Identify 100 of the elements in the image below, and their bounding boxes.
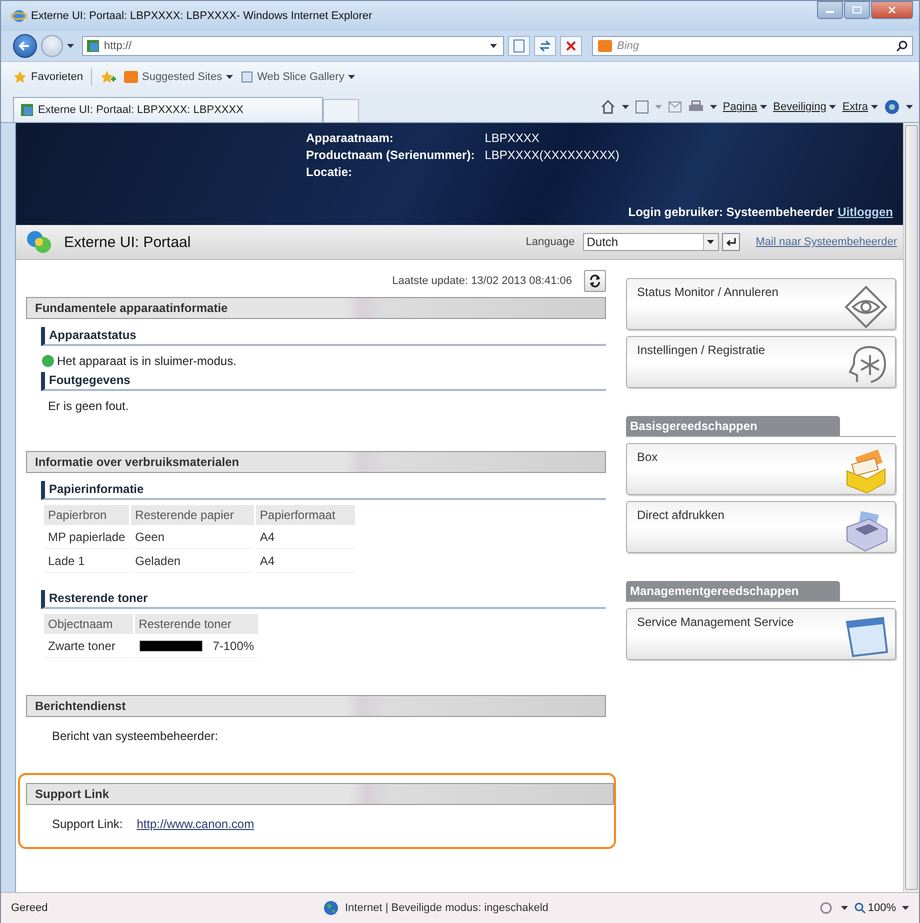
- table-cell: Lade 1: [44, 550, 130, 573]
- status-text: Het apparaat is in sluimer-modus.: [57, 354, 236, 368]
- compatibility-button[interactable]: [508, 36, 530, 56]
- left-arrow-icon: [18, 39, 32, 53]
- column-header: Resterende papier: [131, 505, 254, 525]
- column-header: Resterende toner: [134, 614, 258, 634]
- last-update-text: Laatste update: 13/02 2013 08:41:06: [392, 275, 572, 287]
- field-label: Productnaam (Serienummer):: [306, 148, 475, 162]
- section-heading: Informatie over verbruiksmaterialen: [26, 451, 606, 473]
- favorites-link[interactable]: Suggested Sites: [124, 71, 234, 83]
- caret-icon: [760, 104, 768, 110]
- subsection-heading: Resterende toner: [41, 590, 606, 609]
- caret-icon[interactable]: [906, 104, 913, 110]
- help-icon[interactable]: [884, 99, 900, 115]
- caret-icon[interactable]: [710, 104, 717, 110]
- subsection-heading: Papierinformatie: [41, 481, 606, 500]
- zoom-button[interactable]: 100%: [854, 902, 896, 914]
- language-label: Language: [526, 236, 575, 248]
- browser-logo-icon: [11, 8, 27, 24]
- maximize-icon: [852, 6, 862, 14]
- column-header: Papierformaat: [256, 505, 356, 525]
- table-cell: A4: [256, 550, 356, 573]
- refresh-icon: [538, 39, 552, 53]
- add-favorite-icon[interactable]: [100, 70, 116, 84]
- caret-icon[interactable]: [622, 104, 629, 110]
- address-field[interactable]: http://: [82, 36, 504, 56]
- caret-icon[interactable]: [840, 906, 848, 910]
- column-header: Papierbron: [44, 505, 130, 525]
- mail-admin-link[interactable]: Mail naar Systeembeheerder: [756, 236, 897, 248]
- close-icon: [564, 39, 578, 53]
- magnifier-icon: [854, 902, 866, 914]
- caret-icon[interactable]: [902, 906, 909, 910]
- subsection-heading: Foutgegevens: [41, 372, 606, 391]
- table-cell: Geen: [131, 526, 254, 549]
- search-icon[interactable]: [896, 40, 908, 52]
- favorites-button[interactable]: Favorieten: [13, 70, 83, 84]
- caret-icon[interactable]: [348, 74, 356, 80]
- caret-icon: [829, 104, 836, 110]
- portal-tile[interactable]: Instellingen / Registratie: [626, 336, 896, 388]
- table-cell: Geladen: [131, 550, 254, 573]
- feeds-icon[interactable]: [634, 100, 649, 114]
- tools-heading: Managementgereedschappen: [626, 581, 840, 601]
- login-user-text: Login gebruiker: Systeembeheerder: [628, 205, 834, 219]
- browser-tab[interactable]: Externe UI: Portaal: LBPXXXX: LBPXXXX: [13, 97, 323, 122]
- section-heading: Support Link: [26, 783, 614, 805]
- maximize-button[interactable]: [844, 1, 870, 19]
- logout-link[interactable]: Uitloggen: [838, 205, 893, 219]
- tools-heading: Basisgereedschappen: [626, 416, 840, 436]
- subsection-heading: Apparaatstatus: [41, 327, 606, 346]
- window-icon: [843, 614, 889, 660]
- stop-button[interactable]: [560, 36, 582, 56]
- table-cell: Zwarte toner: [44, 635, 133, 658]
- support-link[interactable]: http://www.canon.com: [136, 817, 254, 831]
- portal-tile[interactable]: Box: [626, 443, 896, 495]
- language-dropdown[interactable]: Dutch: [582, 233, 719, 251]
- error-text: Er is geen fout.: [48, 399, 129, 413]
- section-heading: Berichtendienst: [26, 695, 606, 717]
- field-value: LBPXXXX: [484, 131, 540, 145]
- toner-reading: 7-100%: [212, 639, 254, 653]
- table-cell: A4: [256, 526, 356, 549]
- globe-icon: [323, 900, 339, 916]
- security-zone-text: Internet | Beveiligde modus: ingeschakeld: [345, 902, 548, 914]
- back-button[interactable]: [13, 34, 37, 58]
- printer-icon[interactable]: [688, 100, 704, 114]
- menu-button[interactable]: Beveiliging: [773, 101, 836, 113]
- site-icon: [124, 71, 138, 83]
- portal-tile[interactable]: Direct afdrukken: [626, 501, 896, 553]
- support-link-label: Support Link:: [52, 817, 123, 831]
- table-cell: MP papierlade: [44, 526, 130, 549]
- home-icon[interactable]: [600, 100, 616, 114]
- refresh-button[interactable]: [584, 270, 606, 292]
- field-label: Locatie:: [306, 165, 354, 179]
- favorites-link[interactable]: Web Slice Gallery: [241, 71, 356, 83]
- close-icon: [887, 6, 897, 14]
- caret-icon[interactable]: [490, 44, 497, 48]
- menu-button[interactable]: Extra: [842, 101, 878, 113]
- field-label: Apparaatnaam:: [306, 131, 394, 145]
- page-icon: [86, 39, 100, 53]
- caret-icon[interactable]: [226, 74, 234, 80]
- window-title: Externe UI: Portaal: LBPXXXX: LBPXXXX- Windows Internet Explorer: [31, 10, 372, 22]
- refresh-icon: [588, 274, 602, 288]
- message-label: Bericht van systeembeheerder:: [52, 729, 218, 743]
- search-field[interactable]: Bing: [592, 36, 913, 56]
- portal-tile[interactable]: Status Monitor / Annuleren: [626, 278, 896, 330]
- caret-icon: [871, 104, 878, 110]
- star-icon: [13, 70, 27, 84]
- section-heading: Fundamentele apparaatinformatie: [26, 297, 606, 319]
- page-icon: [241, 71, 254, 83]
- apply-button[interactable]: [722, 233, 740, 251]
- column-header: Objectnaam: [44, 614, 133, 634]
- status-text: Gereed: [11, 902, 49, 914]
- caret-icon[interactable]: [67, 44, 74, 48]
- portal-tile[interactable]: Service Management Service: [626, 608, 896, 660]
- caret-icon: [707, 240, 714, 244]
- close-button[interactable]: [871, 1, 913, 19]
- minimize-button[interactable]: [817, 1, 843, 19]
- menu-button[interactable]: Pagina: [722, 101, 768, 113]
- eye-icon: [843, 284, 889, 330]
- return-arrow-icon: [724, 236, 737, 248]
- field-value: LBPXXXX(XXXXXXXXX): [484, 148, 620, 162]
